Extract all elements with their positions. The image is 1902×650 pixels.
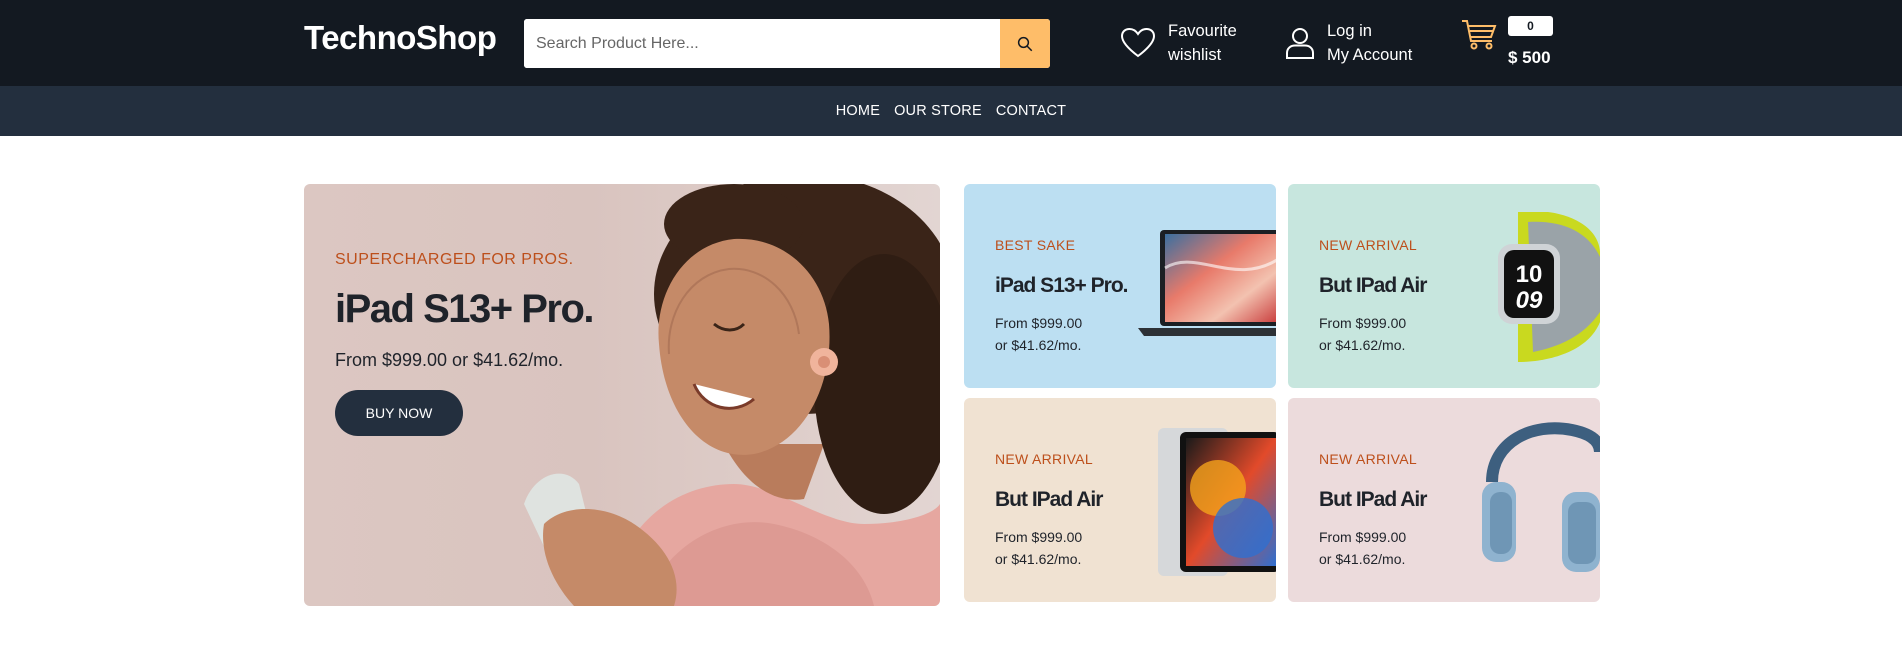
cart-link[interactable]: 0 $ 500 [1460, 16, 1553, 67]
card-title: But IPad Air [1319, 274, 1427, 297]
favourite-wishlist-link[interactable]: Favourite wishlist [1120, 19, 1237, 67]
cart-count-badge: 0 [1508, 16, 1553, 36]
svg-text:10: 10 [1516, 261, 1543, 288]
card-price: From $999.00 [1319, 529, 1407, 545]
product-card-laptop[interactable]: BEST SAKE iPad S13+ Pro. From $999.00 or… [964, 184, 1276, 388]
card-tag: NEW ARRIVAL [1319, 237, 1417, 253]
user-icon [1285, 27, 1315, 59]
nav-our-store[interactable]: OUR STORE [894, 103, 982, 119]
svg-text:09: 09 [1516, 287, 1543, 314]
card-monthly-price: or $41.62/mo. [995, 337, 1082, 353]
hero-title: iPad S13+ Pro. [335, 287, 595, 331]
hero-price: From $999.00 or $41.62/mo. [335, 350, 564, 370]
hero-banner: SUPERCHARGED FOR PROS. iPad S13+ Pro. Fr… [304, 184, 940, 606]
main-nav: HOME OUR STORE CONTACT [0, 86, 1902, 136]
favourite-label: Favourite [1168, 22, 1237, 40]
card-monthly-price: or $41.62/mo. [1319, 551, 1406, 567]
search-icon [1017, 36, 1033, 51]
card-price: From $999.00 [995, 315, 1083, 331]
my-account-label: My Account [1327, 46, 1413, 64]
tablet-image [1158, 428, 1276, 576]
card-title: iPad S13+ Pro. [995, 274, 1128, 297]
cart-total: $ 500 [1508, 48, 1551, 67]
site-logo[interactable]: TechnoShop [304, 19, 497, 57]
search-bar [524, 19, 1050, 68]
top-header: TechnoShop Favourite wishlist Log in [0, 0, 1902, 86]
card-price: From $999.00 [995, 529, 1083, 545]
nav-contact[interactable]: CONTACT [996, 103, 1066, 119]
card-tag: NEW ARRIVAL [995, 451, 1093, 467]
heart-icon [1120, 27, 1156, 59]
card-monthly-price: or $41.62/mo. [995, 551, 1082, 567]
card-tag: BEST SAKE [995, 237, 1076, 253]
search-button[interactable] [1000, 19, 1050, 68]
cart-icon [1462, 20, 1497, 50]
buy-now-button[interactable]: BUY NOW [335, 390, 463, 436]
laptop-image [1138, 230, 1276, 336]
nav-home[interactable]: HOME [836, 103, 880, 119]
wishlist-label: wishlist [1168, 46, 1222, 64]
card-tag: NEW ARRIVAL [1319, 451, 1417, 467]
search-input[interactable] [524, 19, 1000, 68]
headphones-image [1482, 422, 1600, 572]
hero-tag: SUPERCHARGED FOR PROS. [335, 251, 574, 268]
card-title: But IPad Air [1319, 488, 1427, 511]
product-card-smartwatch[interactable]: NEW ARRIVAL But IPad Air From $999.00 or… [1288, 184, 1600, 388]
product-card-tablet[interactable]: NEW ARRIVAL But IPad Air From $999.00 or… [964, 398, 1276, 602]
product-card-headphones[interactable]: NEW ARRIVAL But IPad Air From $999.00 or… [1288, 398, 1600, 602]
smartwatch-image: 10 09 [1498, 212, 1600, 362]
card-price: From $999.00 [1319, 315, 1407, 331]
card-title: But IPad Air [995, 488, 1103, 511]
login-label: Log in [1327, 22, 1372, 40]
account-link[interactable]: Log in My Account [1285, 19, 1412, 67]
card-monthly-price: or $41.62/mo. [1319, 337, 1406, 353]
